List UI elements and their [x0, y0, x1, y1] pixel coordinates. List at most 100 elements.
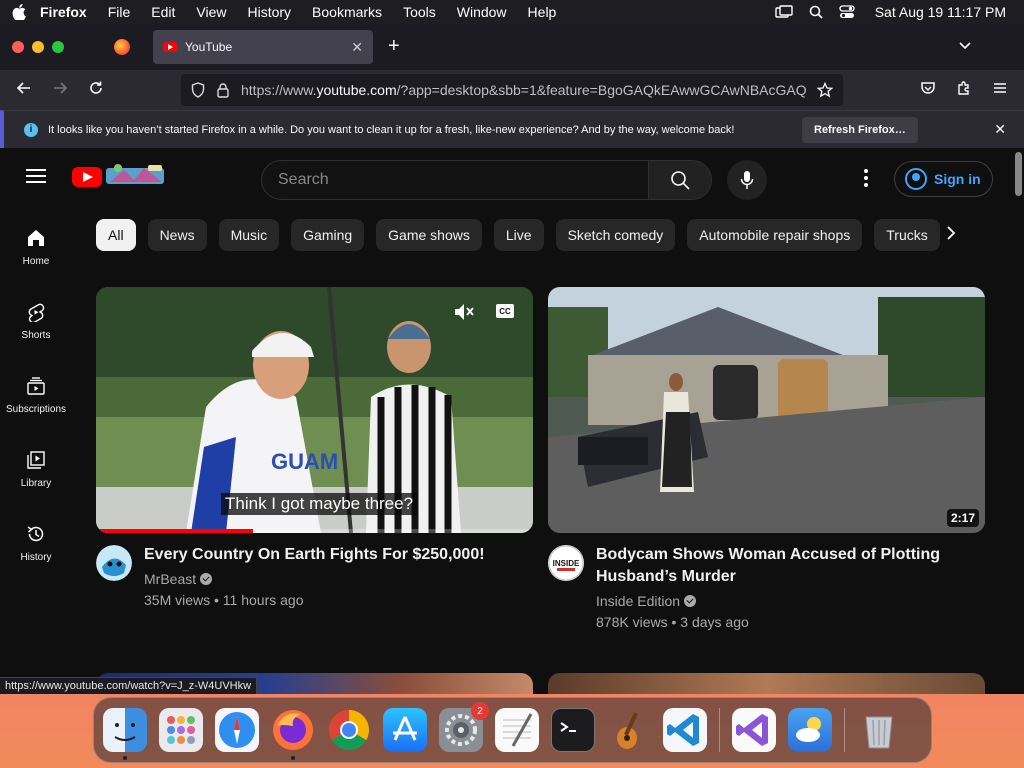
menu-view[interactable]: View: [196, 4, 226, 20]
video-card[interactable]: GUAM CC Think I got maybe three? Every C…: [96, 287, 533, 617]
guide-item-subscriptions[interactable]: Subscriptions: [0, 376, 72, 415]
zoom-window-button[interactable]: [52, 41, 64, 53]
refresh-firefox-button[interactable]: Refresh Firefox…: [802, 117, 918, 143]
voice-search-button[interactable]: [727, 160, 767, 200]
page-scrollbar[interactable]: [1015, 152, 1022, 196]
video-title[interactable]: Bodycam Shows Woman Accused of Plotting …: [596, 544, 966, 588]
menu-history[interactable]: History: [247, 4, 291, 20]
firefox-icon[interactable]: [271, 708, 315, 760]
guide-item-library[interactable]: Library: [0, 450, 72, 489]
video-thumbnail[interactable]: [548, 673, 985, 694]
navigation-toolbar: https://www.youtube.com/?app=desktop&sbb…: [0, 70, 1024, 110]
menu-app-name[interactable]: Firefox: [40, 4, 87, 20]
reload-icon[interactable]: [88, 80, 104, 99]
search-input[interactable]: Search: [261, 160, 649, 200]
close-tab-icon[interactable]: ✕: [351, 39, 363, 56]
chip-gaming[interactable]: Gaming: [291, 219, 365, 251]
shield-icon[interactable]: [191, 82, 205, 98]
progress-fill: [96, 529, 254, 533]
search-icon: [671, 171, 690, 190]
bookmark-star-icon[interactable]: [817, 82, 833, 98]
video-thumbnail[interactable]: 2:17: [548, 287, 985, 533]
close-window-button[interactable]: [12, 41, 24, 53]
chip-live[interactable]: Live: [493, 219, 544, 251]
muted-speaker-icon[interactable]: [454, 303, 474, 321]
guide-menu-icon[interactable]: [26, 169, 46, 187]
macos-menubar: Firefox File Edit View History Bookmarks…: [0, 0, 1024, 24]
finder-icon[interactable]: [103, 708, 147, 760]
video-thumbnail-image: [548, 287, 985, 533]
new-tab-button[interactable]: +: [388, 36, 400, 56]
menu-tools[interactable]: Tools: [403, 4, 436, 20]
terminal-icon[interactable]: [551, 708, 595, 752]
extensions-puzzle-icon[interactable]: [956, 80, 972, 99]
menu-bookmarks[interactable]: Bookmarks: [312, 4, 382, 20]
chip-music[interactable]: Music: [218, 219, 280, 251]
guide-item-home[interactable]: Home: [0, 228, 72, 267]
chips-next-chevron-icon[interactable]: [945, 226, 957, 245]
chip-automobile-repair-shops[interactable]: Automobile repair shops: [687, 219, 863, 251]
chip-all[interactable]: All: [96, 219, 136, 251]
pocket-icon[interactable]: [920, 80, 936, 99]
address-bar[interactable]: https://www.youtube.com/?app=desktop&sbb…: [181, 74, 843, 106]
link-status-url: https://www.youtube.com/watch?v=J_z-W4UV…: [0, 677, 258, 694]
garageband-icon[interactable]: [607, 708, 651, 752]
weather-icon[interactable]: [788, 708, 832, 752]
hamburger-menu-icon[interactable]: [992, 80, 1008, 99]
control-center-icon[interactable]: [839, 5, 855, 19]
avatar[interactable]: INSIDE: [548, 545, 584, 581]
trash-icon[interactable]: [857, 708, 901, 752]
shorts-icon: [28, 303, 45, 322]
tab-title: YouTube: [185, 40, 233, 54]
search-button[interactable]: [648, 160, 712, 200]
youtube-doodle-icon[interactable]: [104, 162, 168, 188]
menu-window[interactable]: Window: [457, 4, 507, 20]
avatar[interactable]: [96, 545, 132, 581]
channel-name[interactable]: MrBeast: [144, 571, 213, 587]
youtube-favicon-icon: [163, 42, 177, 52]
video-card[interactable]: 2:17 INSIDE Bodycam Shows Woman Accused …: [548, 287, 985, 639]
menu-help[interactable]: Help: [528, 4, 557, 20]
svg-text:GUAM: GUAM: [271, 449, 338, 474]
guide-item-history[interactable]: History: [0, 524, 72, 563]
screen-mirroring-icon[interactable]: [775, 5, 793, 19]
menu-edit[interactable]: Edit: [151, 4, 175, 20]
chip-game-shows[interactable]: Game shows: [376, 219, 482, 251]
video-thumbnail[interactable]: GUAM CC Think I got maybe three?: [96, 287, 533, 533]
closed-captions-icon[interactable]: CC: [495, 303, 515, 319]
chip-trucks[interactable]: Trucks: [874, 219, 940, 251]
dock-separator: [719, 708, 720, 752]
app-store-icon[interactable]: [383, 708, 427, 752]
safari-icon[interactable]: [215, 708, 259, 752]
menu-file[interactable]: File: [108, 4, 131, 20]
chevron-down-icon[interactable]: [958, 38, 972, 52]
vscode-icon[interactable]: [663, 708, 707, 752]
chip-news[interactable]: News: [147, 219, 207, 251]
video-title[interactable]: Every Country On Earth Fights For $250,0…: [144, 544, 533, 566]
youtube-logo-icon[interactable]: [72, 167, 102, 187]
chrome-icon[interactable]: [327, 708, 371, 752]
chip-sketch-comedy[interactable]: Sketch comedy: [555, 219, 676, 251]
firefox-view-tab-icon[interactable]: [114, 39, 130, 55]
sign-in-button[interactable]: Sign in: [894, 161, 993, 197]
forward-arrow-icon[interactable]: [52, 80, 68, 99]
more-options-icon[interactable]: [864, 169, 868, 190]
spotlight-search-icon[interactable]: [809, 5, 823, 19]
lock-icon[interactable]: [217, 82, 229, 98]
close-notification-icon[interactable]: ✕: [994, 121, 1006, 138]
launchpad-icon[interactable]: [159, 708, 203, 752]
textedit-icon[interactable]: [495, 708, 539, 752]
system-settings-icon[interactable]: 2: [439, 702, 489, 752]
back-arrow-icon[interactable]: [16, 80, 32, 99]
video-caption-text: Think I got maybe three?: [221, 493, 418, 515]
menubar-clock[interactable]: Sat Aug 19 11:17 PM: [875, 4, 1006, 20]
guide-item-shorts[interactable]: Shorts: [0, 302, 72, 341]
minimize-window-button[interactable]: [32, 41, 44, 53]
channel-name[interactable]: Inside Edition: [596, 593, 697, 609]
notification-bar: i It looks like you haven’t started Fire…: [0, 110, 1024, 148]
url-text: https://www.youtube.com/?app=desktop&sbb…: [241, 82, 807, 98]
svg-text:CC: CC: [499, 307, 511, 316]
visual-studio-icon[interactable]: [732, 708, 776, 752]
apple-icon[interactable]: [12, 4, 26, 20]
tab-youtube[interactable]: YouTube ✕: [153, 30, 373, 64]
